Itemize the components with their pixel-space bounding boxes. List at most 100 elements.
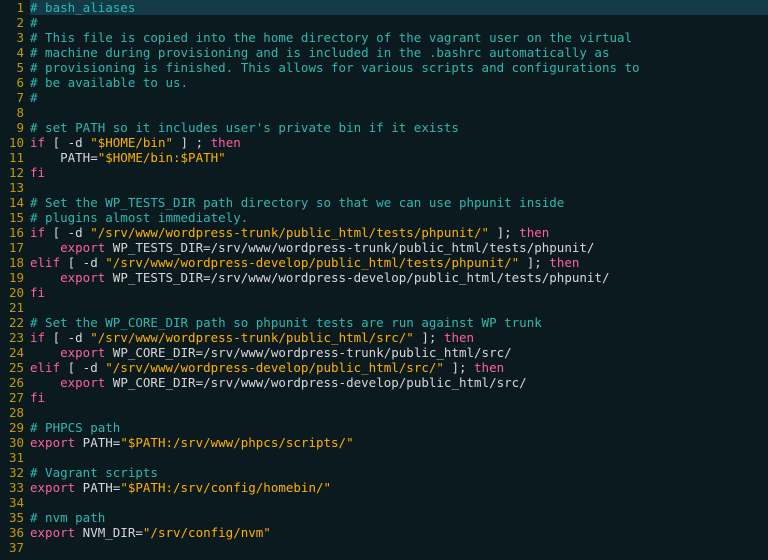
code-line[interactable]: fi <box>30 165 768 180</box>
code-token: [ -d <box>45 225 90 240</box>
code-line[interactable]: if [ -d "/srv/www/wordpress-trunk/public… <box>30 330 768 345</box>
code-token <box>30 240 60 255</box>
code-token: WP_TESTS_DIR=/srv/www/wordpress-trunk/pu… <box>105 240 594 255</box>
code-line[interactable]: # set PATH so it includes user's private… <box>30 120 768 135</box>
code-line[interactable]: # nvm path <box>30 510 768 525</box>
code-token <box>30 270 60 285</box>
code-line[interactable]: export WP_TESTS_DIR=/srv/www/wordpress-t… <box>30 240 768 255</box>
code-line[interactable] <box>30 180 768 195</box>
code-token: elif <box>30 360 60 375</box>
line-number: 14 <box>0 195 24 210</box>
code-line[interactable]: export PATH="$PATH:/srv/www/phpcs/script… <box>30 435 768 450</box>
code-line[interactable]: fi <box>30 285 768 300</box>
line-number: 15 <box>0 210 24 225</box>
code-token: [ -d <box>45 330 90 345</box>
code-line[interactable]: export NVM_DIR="/srv/config/nvm" <box>30 525 768 540</box>
code-line[interactable]: if [ -d "/srv/www/wordpress-trunk/public… <box>30 225 768 240</box>
code-token: if <box>30 225 45 240</box>
code-token: then <box>444 330 474 345</box>
line-number: 23 <box>0 330 24 345</box>
line-number: 6 <box>0 75 24 90</box>
code-line[interactable]: PATH="$HOME/bin:$PATH" <box>30 150 768 165</box>
line-number: 9 <box>0 120 24 135</box>
code-token: PATH= <box>75 480 120 495</box>
code-token: "$HOME/bin" <box>90 135 173 150</box>
code-token: "/srv/www/wordpress-trunk/public_html/sr… <box>90 330 414 345</box>
code-line[interactable]: fi <box>30 390 768 405</box>
code-line[interactable]: # <box>30 15 768 30</box>
code-token: fi <box>30 390 45 405</box>
code-token: # <box>30 15 38 30</box>
code-token: export <box>30 480 75 495</box>
code-line[interactable]: # machine during provisioning and is inc… <box>30 45 768 60</box>
code-token: # provisioning is finished. This allows … <box>30 60 640 75</box>
code-token: "/srv/config/nvm" <box>143 525 271 540</box>
line-number: 8 <box>0 105 24 120</box>
code-token: "/srv/www/wordpress-trunk/public_html/te… <box>90 225 489 240</box>
code-line[interactable]: # Set the WP_TESTS_DIR path directory so… <box>30 195 768 210</box>
code-line[interactable]: # bash_aliases <box>30 0 768 15</box>
code-token: export <box>30 435 75 450</box>
code-token <box>30 345 60 360</box>
code-token: fi <box>30 285 45 300</box>
code-token: [ -d <box>60 255 105 270</box>
line-number: 24 <box>0 345 24 360</box>
line-number: 19 <box>0 270 24 285</box>
code-line[interactable] <box>30 540 768 555</box>
code-token: # Set the WP_TESTS_DIR path directory so… <box>30 195 564 210</box>
code-line[interactable]: if [ -d "$HOME/bin" ] ; then <box>30 135 768 150</box>
code-line[interactable]: export WP_TESTS_DIR=/srv/www/wordpress-d… <box>30 270 768 285</box>
line-number: 12 <box>0 165 24 180</box>
code-line[interactable]: # Set the WP_CORE_DIR path so phpunit te… <box>30 315 768 330</box>
code-token: # nvm path <box>30 510 105 525</box>
line-number: 1 <box>0 0 24 15</box>
code-token: # machine during provisioning and is inc… <box>30 45 609 60</box>
line-number: 31 <box>0 450 24 465</box>
line-number: 11 <box>0 150 24 165</box>
line-number: 35 <box>0 510 24 525</box>
code-line[interactable] <box>30 105 768 120</box>
line-number: 27 <box>0 390 24 405</box>
line-number: 3 <box>0 30 24 45</box>
line-number: 26 <box>0 375 24 390</box>
code-token: "$HOME/bin:$PATH" <box>98 150 226 165</box>
code-line[interactable] <box>30 495 768 510</box>
code-token: then <box>549 255 579 270</box>
line-number: 37 <box>0 540 24 555</box>
code-token: export <box>60 240 105 255</box>
code-token: fi <box>30 165 45 180</box>
line-number: 36 <box>0 525 24 540</box>
line-number: 21 <box>0 300 24 315</box>
code-line[interactable]: # This file is copied into the home dire… <box>30 30 768 45</box>
code-line[interactable]: # provisioning is finished. This allows … <box>30 60 768 75</box>
code-line[interactable] <box>30 405 768 420</box>
code-line[interactable]: elif [ -d "/srv/www/wordpress-develop/pu… <box>30 255 768 270</box>
code-line[interactable]: export PATH="$PATH:/srv/config/homebin/" <box>30 480 768 495</box>
code-line[interactable]: export WP_CORE_DIR=/srv/www/wordpress-de… <box>30 375 768 390</box>
code-line[interactable]: elif [ -d "/srv/www/wordpress-develop/pu… <box>30 360 768 375</box>
code-token: elif <box>30 255 60 270</box>
code-token: then <box>474 360 504 375</box>
code-token: ] ; <box>173 135 211 150</box>
line-number: 18 <box>0 255 24 270</box>
code-line[interactable]: # Vagrant scripts <box>30 465 768 480</box>
code-line[interactable]: # be available to us. <box>30 75 768 90</box>
code-line[interactable]: # plugins almost immediately. <box>30 210 768 225</box>
code-token: # bash_aliases <box>30 0 135 15</box>
code-line[interactable] <box>30 450 768 465</box>
code-token: [ -d <box>60 360 105 375</box>
code-line[interactable]: export WP_CORE_DIR=/srv/www/wordpress-tr… <box>30 345 768 360</box>
code-token: export <box>60 270 105 285</box>
code-area[interactable]: # bash_aliases## This file is copied int… <box>30 0 768 555</box>
code-token: if <box>30 330 45 345</box>
line-number: 17 <box>0 240 24 255</box>
code-line[interactable]: # <box>30 90 768 105</box>
code-token: WP_CORE_DIR=/srv/www/wordpress-develop/p… <box>105 375 526 390</box>
line-number: 34 <box>0 495 24 510</box>
line-number: 7 <box>0 90 24 105</box>
code-token: # Set the WP_CORE_DIR path so phpunit te… <box>30 315 542 330</box>
line-number-gutter: 1234567891011121314151617181920212223242… <box>0 0 30 555</box>
code-line[interactable] <box>30 300 768 315</box>
code-editor[interactable]: 1234567891011121314151617181920212223242… <box>0 0 768 555</box>
code-line[interactable]: # PHPCS path <box>30 420 768 435</box>
